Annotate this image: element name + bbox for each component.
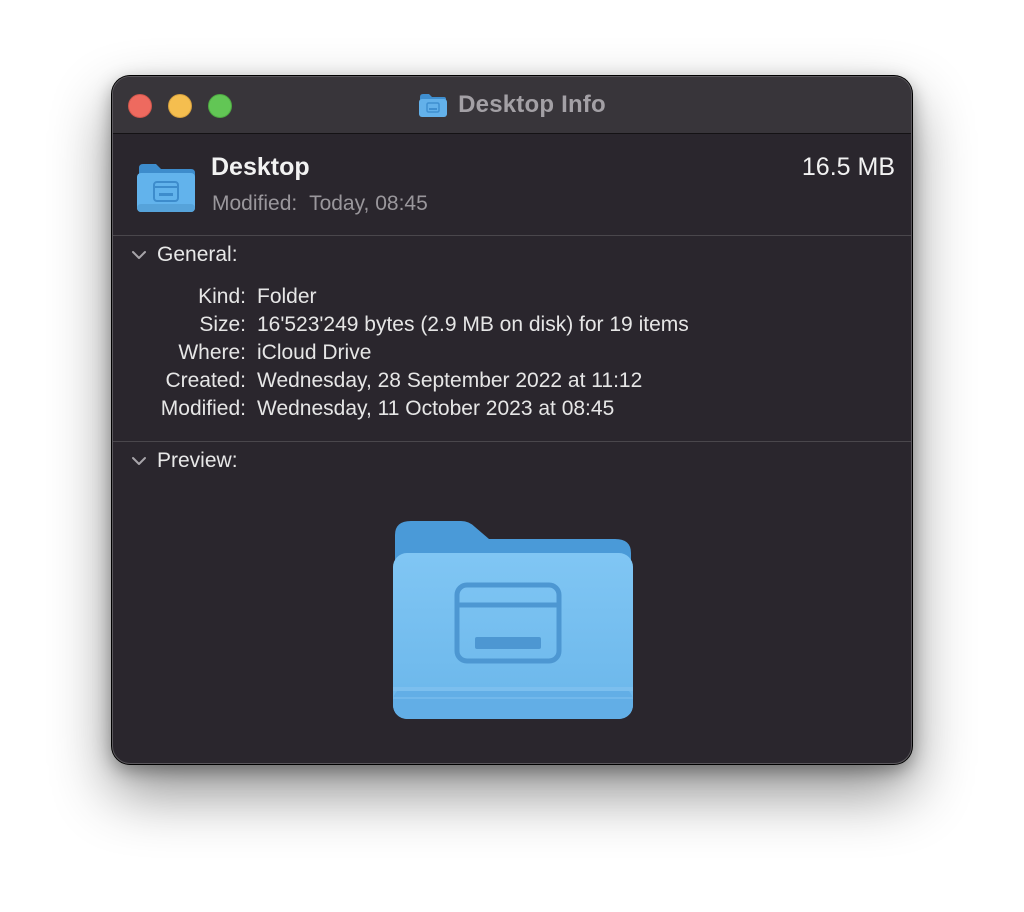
info-value: Wednesday, 11 October 2023 at 08:45 [257,397,615,420]
folder-desktop-icon [137,164,195,212]
title-bar[interactable]: Desktop Info [113,77,911,134]
modified-summary: Modified: Today, 08:45 [212,192,428,216]
info-window: Desktop Info Desktop 16.5 MB Modified: T… [112,76,912,764]
info-label: Kind: [198,285,246,308]
file-size: 16.5 MB [801,153,895,181]
general-heading: General: [157,243,238,266]
info-value: Wednesday, 28 September 2022 at 11:12 [257,369,643,392]
chevron-down-icon [132,251,146,259]
general-section-toggle[interactable]: General: [131,243,238,267]
divider [113,235,911,236]
divider [113,441,911,442]
file-header: Desktop 16.5 MB Modified: Today, 08:45 [113,134,911,236]
chevron-down-icon [132,457,146,465]
info-label: Created: [165,369,246,392]
file-name: Desktop [211,153,310,181]
modified-label: Modified: [212,192,298,215]
preview-section-toggle[interactable]: Preview: [131,449,238,473]
info-label: Modified: [160,397,246,420]
window-title: Desktop Info [458,91,606,118]
info-value: iCloud Drive [257,341,372,364]
info-value: Folder [257,285,317,308]
info-row-kind: Kind: Folder [113,283,911,311]
info-row-size: Size: 16'523'249 bytes (2.9 MB on disk) … [113,311,911,339]
info-row-created: Created: Wednesday, 28 September 2022 at… [113,367,911,395]
info-row-modified: Modified: Wednesday, 11 October 2023 at … [113,395,911,423]
folder-desktop-icon [393,521,633,719]
window-title-group: Desktop Info [113,77,911,133]
info-row-where: Where: iCloud Drive [113,339,911,367]
info-value: 16'523'249 bytes (2.9 MB on disk) for 19… [257,313,689,336]
modified-value: Today, 08:45 [309,192,428,215]
preview-heading: Preview: [157,449,238,472]
info-label: Size: [199,313,246,336]
folder-desktop-icon [419,94,448,117]
info-label: Where: [178,341,246,364]
